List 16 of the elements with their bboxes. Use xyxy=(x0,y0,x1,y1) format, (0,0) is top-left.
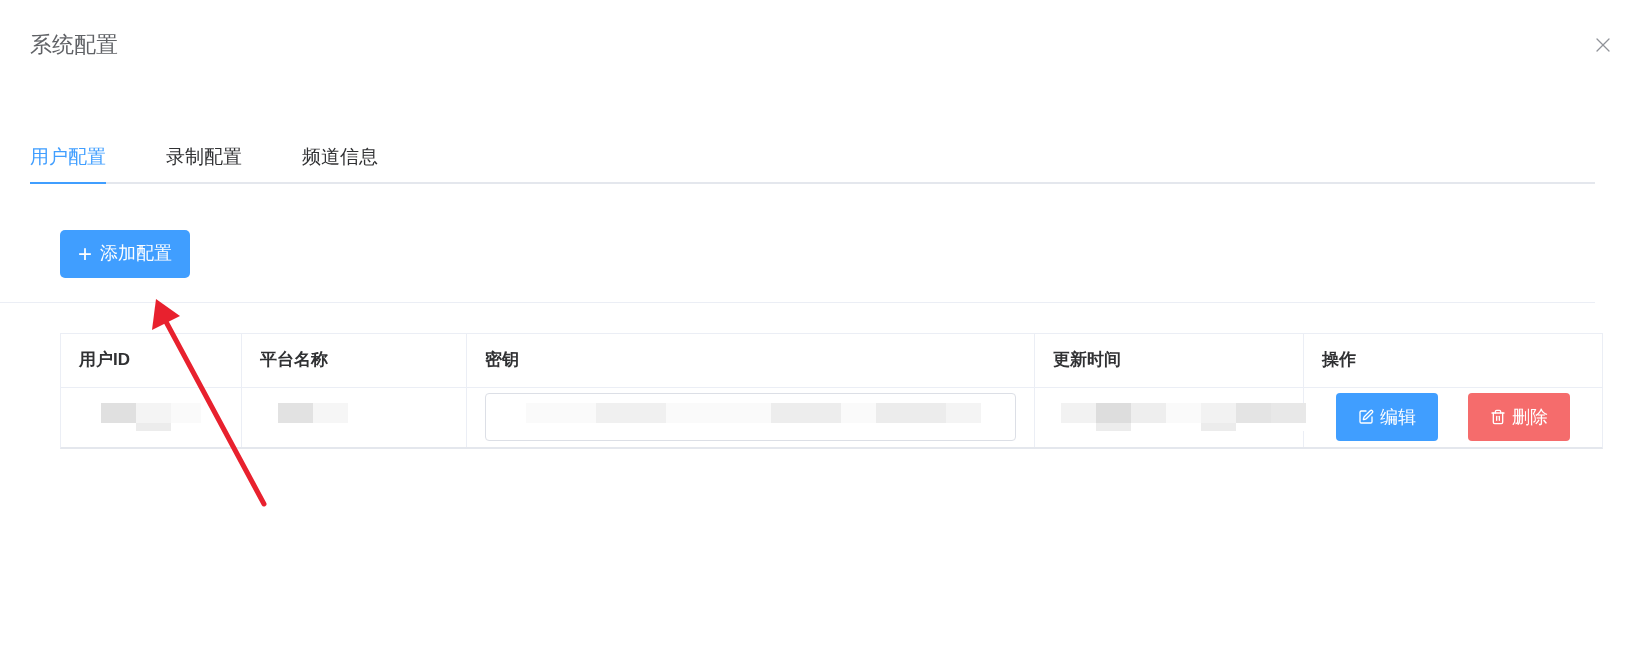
tab[interactable]: 频道信息 xyxy=(302,143,378,184)
column-header: 操作 xyxy=(1322,349,1356,372)
trash-icon xyxy=(1490,409,1506,425)
column-header: 更新时间 xyxy=(1053,349,1121,372)
column-header: 用户ID xyxy=(79,349,130,372)
column-header: 密钥 xyxy=(485,349,519,372)
pencil-icon xyxy=(1358,409,1374,425)
plus-icon: + xyxy=(78,241,92,266)
add-config-button[interactable]: + 添加配置 xyxy=(60,229,190,278)
edit-button[interactable]: 编辑 xyxy=(1336,393,1438,441)
delete-button[interactable]: 删除 xyxy=(1468,393,1570,441)
tab[interactable]: 用户配置 xyxy=(30,143,106,184)
key-field[interactable] xyxy=(485,393,1016,441)
column-header: 平台名称 xyxy=(260,349,328,372)
tab[interactable]: 录制配置 xyxy=(166,143,242,184)
dialog-title: 系统配置 xyxy=(30,31,118,59)
